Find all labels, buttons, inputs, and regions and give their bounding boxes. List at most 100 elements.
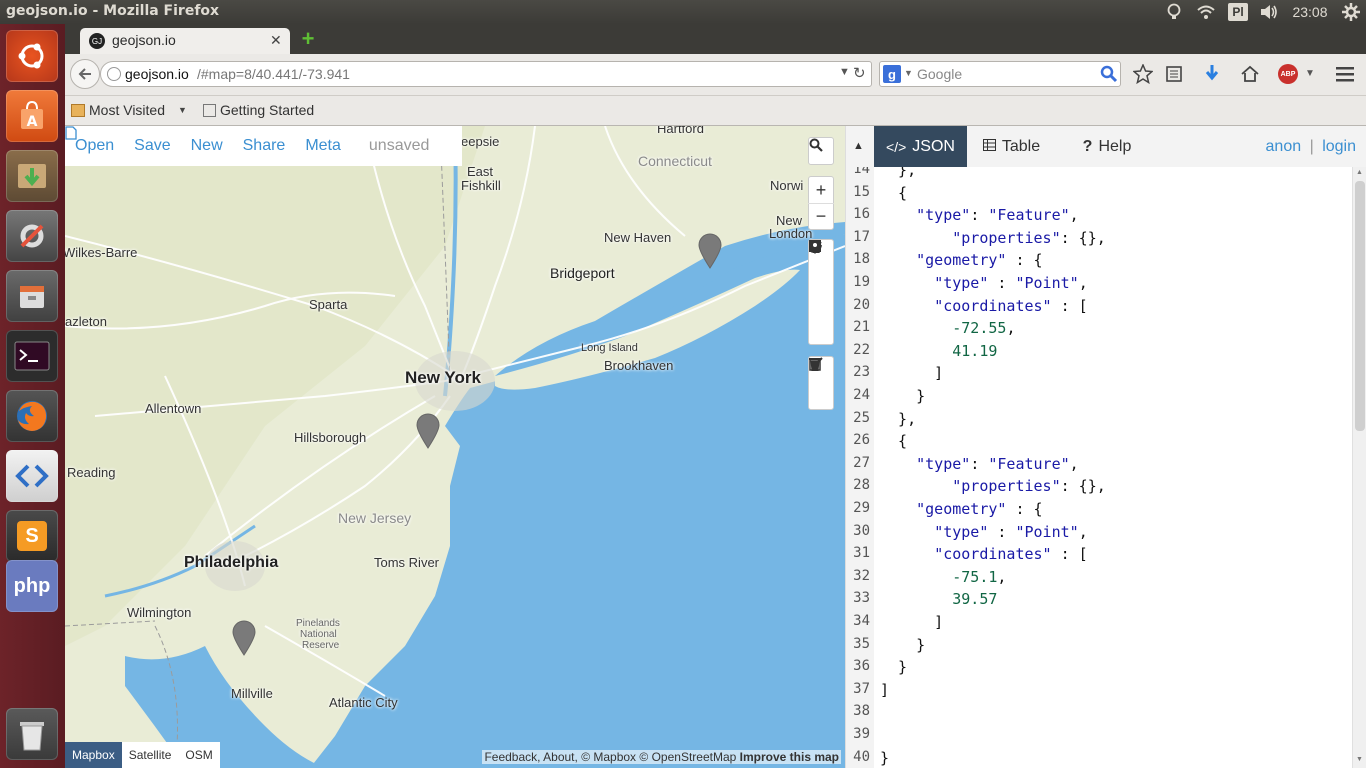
back-button[interactable] xyxy=(70,59,100,89)
line-number: 26 xyxy=(853,432,870,449)
bookmarks-menu-icon[interactable] xyxy=(1165,65,1183,88)
place-poughkeepsie: eepsie xyxy=(461,134,500,149)
search-bar[interactable]: g ▼ Google xyxy=(879,61,1121,87)
new-button[interactable]: New xyxy=(191,137,223,155)
open-button[interactable]: Open xyxy=(75,137,114,155)
dash-home-icon[interactable] xyxy=(6,30,58,82)
php-icon[interactable]: php xyxy=(6,560,58,612)
bookmark-star-icon[interactable] xyxy=(1132,63,1154,89)
code-editor-icon[interactable] xyxy=(6,450,58,502)
wifi-icon[interactable] xyxy=(1194,0,1218,24)
anon-user-link[interactable]: anon xyxy=(1266,138,1302,155)
zoom-out-button[interactable]: − xyxy=(808,203,834,229)
place-wilmington: Wilmington xyxy=(127,605,192,620)
line-number: 27 xyxy=(853,454,870,471)
adblock-dropdown-icon[interactable]: ▼ xyxy=(1305,68,1315,79)
place-toms-river: Toms River xyxy=(374,555,440,570)
draw-polygon-icon[interactable] xyxy=(808,241,834,292)
sublime-text-icon[interactable]: S xyxy=(6,510,58,562)
volume-icon[interactable] xyxy=(1258,0,1280,24)
lightbulb-icon[interactable] xyxy=(1164,0,1184,24)
close-tab-icon[interactable]: ✕ xyxy=(270,32,282,49)
keyboard-layout-indicator[interactable]: Pl xyxy=(1228,3,1248,21)
code-line: 39.57 xyxy=(952,590,998,609)
engine-dropdown-icon[interactable]: ▼ xyxy=(904,68,913,78)
tab-geojson[interactable]: GJ geojson.io ✕ xyxy=(80,28,290,54)
collapse-panel-icon[interactable]: ▲ xyxy=(853,140,864,152)
about-link[interactable]: About xyxy=(543,750,574,764)
help-icon: ? xyxy=(1082,137,1093,155)
map-view[interactable]: Hartford eepsie Connecticut Norwi East F… xyxy=(65,126,845,768)
tab-table[interactable]: Table xyxy=(974,126,1049,167)
file-manager-icon[interactable] xyxy=(6,270,58,322)
mapbox-credit-link[interactable]: © Mapbox xyxy=(581,750,636,764)
most-visited-bookmark[interactable]: Most Visited xyxy=(89,102,165,118)
scrollbar-thumb[interactable] xyxy=(1355,181,1365,431)
line-number: 16 xyxy=(853,206,870,223)
line-number: 39 xyxy=(853,726,870,742)
line-number: 19 xyxy=(853,274,870,290)
hamburger-menu-icon[interactable] xyxy=(1336,66,1354,87)
chevron-down-icon[interactable]: ▼ xyxy=(178,105,187,115)
improve-map-link[interactable]: Improve this map xyxy=(740,750,839,764)
clock[interactable]: 23:08 xyxy=(1288,0,1332,24)
osm-credit-link[interactable]: © OpenStreetMap xyxy=(639,750,736,764)
firefox-icon[interactable] xyxy=(6,390,58,442)
new-tab-icon[interactable]: + xyxy=(298,28,318,50)
layer-mapbox-button[interactable]: Mapbox xyxy=(65,742,122,768)
save-button[interactable]: Save xyxy=(134,137,170,155)
code-line: "type" : "Point", xyxy=(934,274,1088,292)
scroll-down-icon[interactable]: ▼ xyxy=(1356,756,1363,763)
layer-osm-button[interactable]: OSM xyxy=(178,742,220,768)
gear-icon[interactable] xyxy=(1340,0,1362,24)
url-bar[interactable]: geojson.io /#map=8/40.441/-73.941 ▼ ↻ xyxy=(100,61,872,87)
line-number: 37 xyxy=(853,680,870,697)
google-engine-icon[interactable]: g xyxy=(883,65,901,83)
scroll-up-icon[interactable]: ▲ xyxy=(1356,169,1363,176)
tab-help[interactable]: ? Help xyxy=(1067,126,1147,167)
line-number: 24 xyxy=(853,387,870,403)
downloads-icon[interactable] xyxy=(1202,63,1222,88)
place-millville: Millville xyxy=(231,686,273,701)
globe-icon[interactable] xyxy=(107,67,121,81)
reload-icon[interactable]: ↻ xyxy=(853,64,866,82)
editor-scrollbar[interactable]: ▲ ▼ xyxy=(1352,167,1366,768)
line-number: 23 xyxy=(853,364,870,381)
line-number: 25 xyxy=(853,409,870,426)
window-title: geojson.io - Mozilla Firefox xyxy=(6,3,220,19)
sublime-label: S xyxy=(17,521,47,551)
system-settings-icon[interactable] xyxy=(6,210,58,262)
place-hazleton: azleton xyxy=(65,314,107,329)
home-icon[interactable] xyxy=(1240,64,1260,89)
search-icon[interactable] xyxy=(1100,65,1118,86)
json-code-editor[interactable]: }, { "type": "Feature", "properties": {}… xyxy=(874,167,1352,768)
meta-button[interactable]: Meta xyxy=(305,137,341,155)
place-connecticut: Connecticut xyxy=(638,153,712,169)
map-search-control xyxy=(808,137,834,165)
draw-rectangle-icon[interactable] xyxy=(808,240,834,318)
line-number: 20 xyxy=(853,296,870,313)
place-reading: Reading xyxy=(67,465,116,480)
trash-icon[interactable] xyxy=(6,708,58,760)
line-number: 34 xyxy=(853,613,870,629)
line-number: 35 xyxy=(853,635,870,652)
draw-marker-icon[interactable] xyxy=(808,240,834,344)
terminal-icon[interactable] xyxy=(6,330,58,382)
feedback-link[interactable]: Feedback xyxy=(484,750,537,764)
share-button[interactable]: Share xyxy=(243,137,286,155)
line-number: 30 xyxy=(853,522,870,539)
software-center-icon[interactable]: A xyxy=(6,90,58,142)
archive-manager-icon[interactable] xyxy=(6,150,58,202)
adblock-icon[interactable]: ABP xyxy=(1278,64,1298,84)
url-dropdown-icon[interactable]: ▼ xyxy=(839,66,850,78)
login-link[interactable]: login xyxy=(1322,138,1356,155)
map-search-button[interactable] xyxy=(808,138,834,164)
line-number: 38 xyxy=(853,703,870,720)
code-line: "geometry" : { xyxy=(916,500,1043,518)
layer-satellite-button[interactable]: Satellite xyxy=(121,742,179,768)
delete-layers-icon[interactable] xyxy=(808,358,834,409)
getting-started-bookmark[interactable]: Getting Started xyxy=(220,102,314,118)
tab-json[interactable]: </> JSON xyxy=(874,126,967,167)
code-line: "coordinates" : [ xyxy=(934,545,1088,564)
zoom-in-button[interactable]: + xyxy=(808,177,834,203)
